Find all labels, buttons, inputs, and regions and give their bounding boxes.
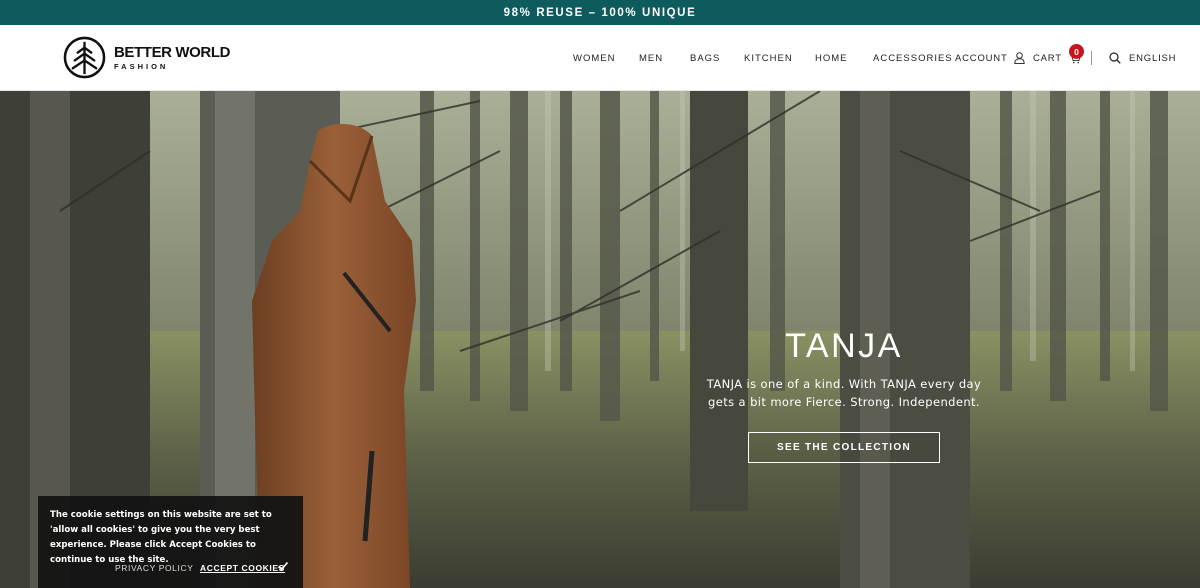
header-divider	[1091, 51, 1092, 65]
see-collection-button[interactable]: SEE THE COLLECTION	[748, 432, 940, 463]
cookie-banner: The cookie settings on this website are …	[38, 496, 303, 588]
account-label: ACCOUNT	[955, 52, 1008, 64]
search-icon[interactable]	[1109, 52, 1121, 64]
search-language[interactable]: ENGLISH	[1109, 25, 1176, 91]
nav-item-bags[interactable]: BAGS	[690, 53, 720, 64]
hero-title: TANJA	[785, 327, 903, 365]
nav-item-women[interactable]: WOMEN	[573, 53, 615, 64]
cart-label: CART	[1033, 52, 1062, 64]
privacy-policy-link[interactable]: PRIVACY POLICY	[115, 563, 193, 573]
accept-cookies-button[interactable]: ACCEPT COOKIES	[200, 563, 285, 573]
language-selector[interactable]: ENGLISH	[1129, 53, 1176, 64]
nav-item-accessories[interactable]: ACCESSORIES	[873, 53, 953, 64]
site-header: BETTER WORLD FASHION WOMEN MEN BAGS KITC…	[0, 25, 1200, 91]
user-icon	[1013, 52, 1025, 64]
announcement-text: 98% REUSE – 100% UNIQUE	[503, 6, 697, 19]
nav-item-men[interactable]: MEN	[639, 53, 663, 64]
hero-description: TANJA is one of a kind. With TANJA every…	[706, 377, 982, 409]
cookie-message: The cookie settings on this website are …	[50, 510, 272, 565]
nav-item-kitchen[interactable]: KITCHEN	[744, 53, 793, 64]
cart-count-badge: 0	[1069, 44, 1084, 59]
checkmark-icon	[277, 561, 289, 571]
account-link[interactable]: ACCOUNT	[955, 25, 1025, 91]
nav-item-home[interactable]: HOME	[815, 53, 848, 64]
announcement-bar: 98% REUSE – 100% UNIQUE	[0, 0, 1200, 25]
